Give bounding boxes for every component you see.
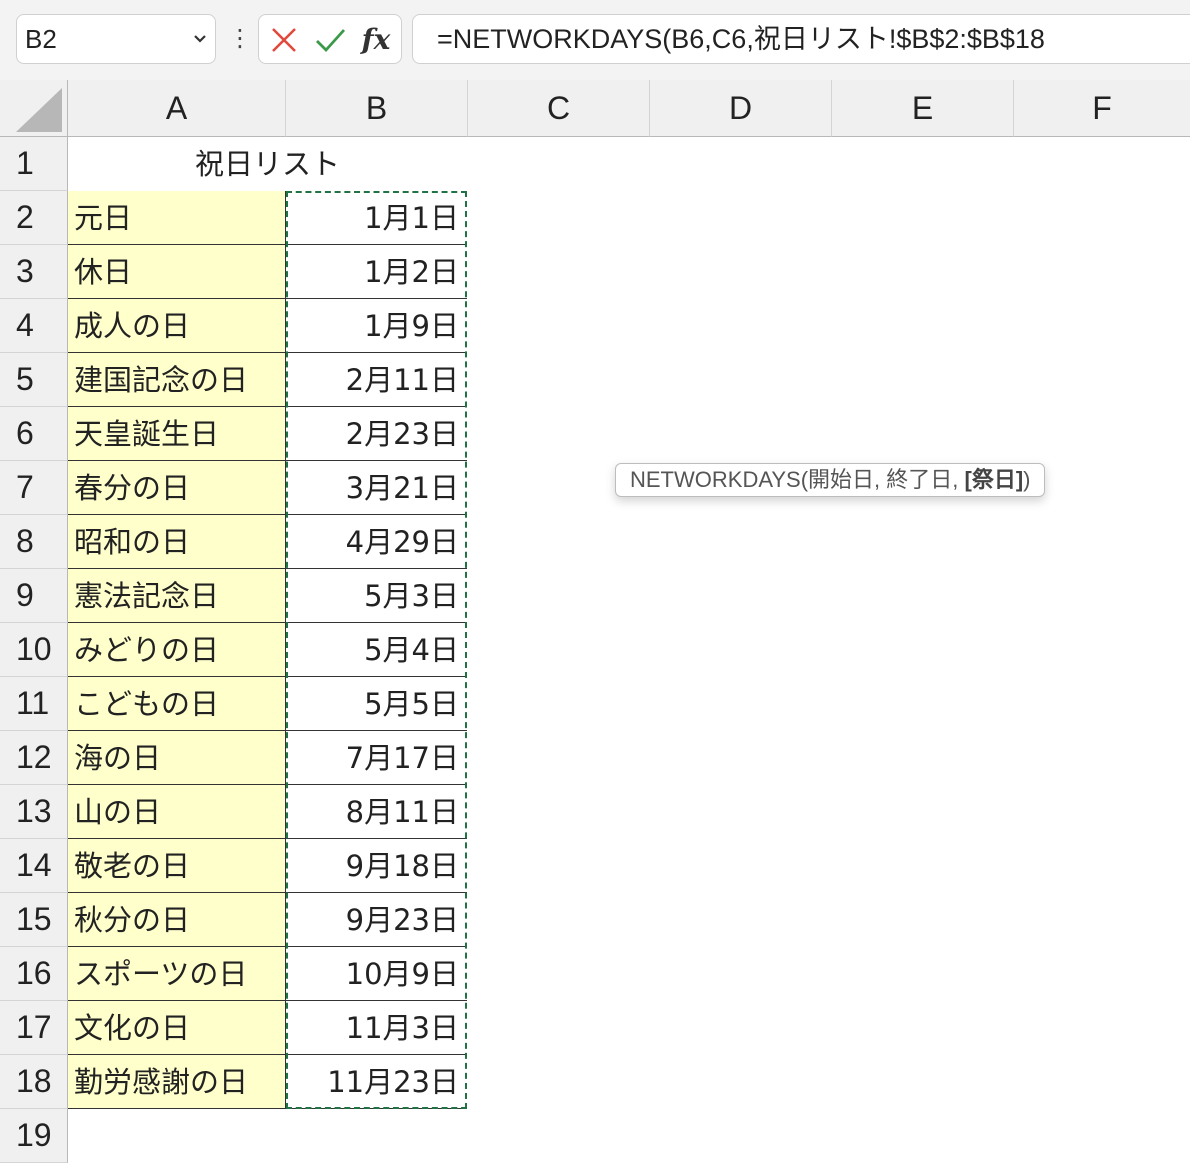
- holiday-date-cell[interactable]: 5月3日: [286, 569, 467, 623]
- holiday-name-cell[interactable]: 秋分の日: [68, 893, 286, 947]
- holiday-name-cell[interactable]: 建国記念の日: [68, 353, 286, 407]
- formula-input[interactable]: =NETWORKDAYS(B6,C6,祝日リスト!$B$2:$B$18: [412, 14, 1190, 64]
- tooltip-close-paren: ): [1023, 467, 1031, 492]
- row-header[interactable]: 3: [0, 245, 68, 299]
- holiday-name-cell[interactable]: 休日: [68, 245, 286, 299]
- name-box-value: B2: [25, 24, 57, 54]
- holiday-date-cell[interactable]: 8月11日: [286, 785, 467, 839]
- column-header-a[interactable]: A: [68, 80, 286, 137]
- holiday-date-cell[interactable]: 9月23日: [286, 893, 467, 947]
- row-header[interactable]: 1: [0, 137, 68, 191]
- holiday-date-cell[interactable]: 10月9日: [286, 947, 467, 1001]
- row-header[interactable]: 19: [0, 1109, 68, 1163]
- row-header[interactable]: 6: [0, 407, 68, 461]
- select-all-button[interactable]: [0, 80, 68, 137]
- holiday-date-cell[interactable]: 1月1日: [286, 191, 467, 245]
- row-header[interactable]: 16: [0, 947, 68, 1001]
- function-tooltip: NETWORKDAYS(開始日, 終了日, [祭日]): [615, 463, 1046, 497]
- holiday-name-cell[interactable]: 文化の日: [68, 1001, 286, 1055]
- holiday-date-cell[interactable]: 11月23日: [286, 1055, 467, 1109]
- holiday-name-cell[interactable]: 敬老の日: [68, 839, 286, 893]
- row-header[interactable]: 5: [0, 353, 68, 407]
- holiday-date-cell[interactable]: 2月11日: [286, 353, 467, 407]
- holiday-date-cell[interactable]: 5月4日: [286, 623, 467, 677]
- row-header[interactable]: 10: [0, 623, 68, 677]
- row-header[interactable]: 7: [0, 461, 68, 515]
- holiday-name-cell[interactable]: 昭和の日: [68, 515, 286, 569]
- holiday-date-cell[interactable]: 9月18日: [286, 839, 467, 893]
- holiday-name-cell[interactable]: みどりの日: [68, 623, 286, 677]
- tooltip-active-argument[interactable]: [祭日]: [965, 467, 1024, 492]
- row-header[interactable]: 11: [0, 677, 68, 731]
- holiday-name-cell[interactable]: 山の日: [68, 785, 286, 839]
- holiday-name-cell[interactable]: 海の日: [68, 731, 286, 785]
- holiday-name-cell[interactable]: スポーツの日: [68, 947, 286, 1001]
- holiday-name-cell[interactable]: 成人の日: [68, 299, 286, 353]
- holiday-date-cell[interactable]: 1月2日: [286, 245, 467, 299]
- title-cell[interactable]: 祝日リスト: [68, 137, 467, 191]
- tooltip-signature: NETWORKDAYS(開始日, 終了日,: [630, 467, 965, 492]
- cancel-icon[interactable]: [267, 23, 301, 57]
- row-header[interactable]: 15: [0, 893, 68, 947]
- select-all-triangle-icon: [16, 88, 62, 132]
- name-box[interactable]: B2: [16, 14, 216, 64]
- formula-bar: B2 ⋮ fx =NETWORKDAYS(B6,C6,祝日リスト!$B$2:$B…: [0, 0, 1190, 80]
- holiday-name-cell[interactable]: 勤労感謝の日: [68, 1055, 286, 1109]
- holiday-date-cell[interactable]: 3月21日: [286, 461, 467, 515]
- column-header-c[interactable]: C: [468, 80, 650, 137]
- row-header[interactable]: 18: [0, 1055, 68, 1109]
- chevron-down-icon[interactable]: [193, 32, 207, 46]
- column-header-e[interactable]: E: [832, 80, 1014, 137]
- column-header-b[interactable]: B: [286, 80, 468, 137]
- holiday-date-cell[interactable]: 7月17日: [286, 731, 467, 785]
- more-options-icon[interactable]: ⋮: [228, 20, 252, 56]
- holiday-name-cell[interactable]: こどもの日: [68, 677, 286, 731]
- column-header-d[interactable]: D: [650, 80, 832, 137]
- enter-check-icon[interactable]: [313, 23, 347, 57]
- row-header[interactable]: 8: [0, 515, 68, 569]
- row-header[interactable]: 17: [0, 1001, 68, 1055]
- row-header[interactable]: 9: [0, 569, 68, 623]
- row-header[interactable]: 2: [0, 191, 68, 245]
- holiday-name-cell[interactable]: 憲法記念日: [68, 569, 286, 623]
- holiday-date-cell[interactable]: 5月5日: [286, 677, 467, 731]
- holiday-name-cell[interactable]: 天皇誕生日: [68, 407, 286, 461]
- row-header[interactable]: 13: [0, 785, 68, 839]
- insert-function-button[interactable]: fx: [359, 23, 393, 57]
- row-header[interactable]: 12: [0, 731, 68, 785]
- formula-buttons: fx: [258, 14, 402, 64]
- holiday-date-cell[interactable]: 4月29日: [286, 515, 467, 569]
- column-header-f[interactable]: F: [1014, 80, 1190, 137]
- holiday-date-cell[interactable]: 11月3日: [286, 1001, 467, 1055]
- holiday-date-cell[interactable]: 1月9日: [286, 299, 467, 353]
- holiday-date-cell[interactable]: 2月23日: [286, 407, 467, 461]
- row-header[interactable]: 14: [0, 839, 68, 893]
- row-header[interactable]: 4: [0, 299, 68, 353]
- holiday-name-cell[interactable]: 春分の日: [68, 461, 286, 515]
- holiday-name-cell[interactable]: 元日: [68, 191, 286, 245]
